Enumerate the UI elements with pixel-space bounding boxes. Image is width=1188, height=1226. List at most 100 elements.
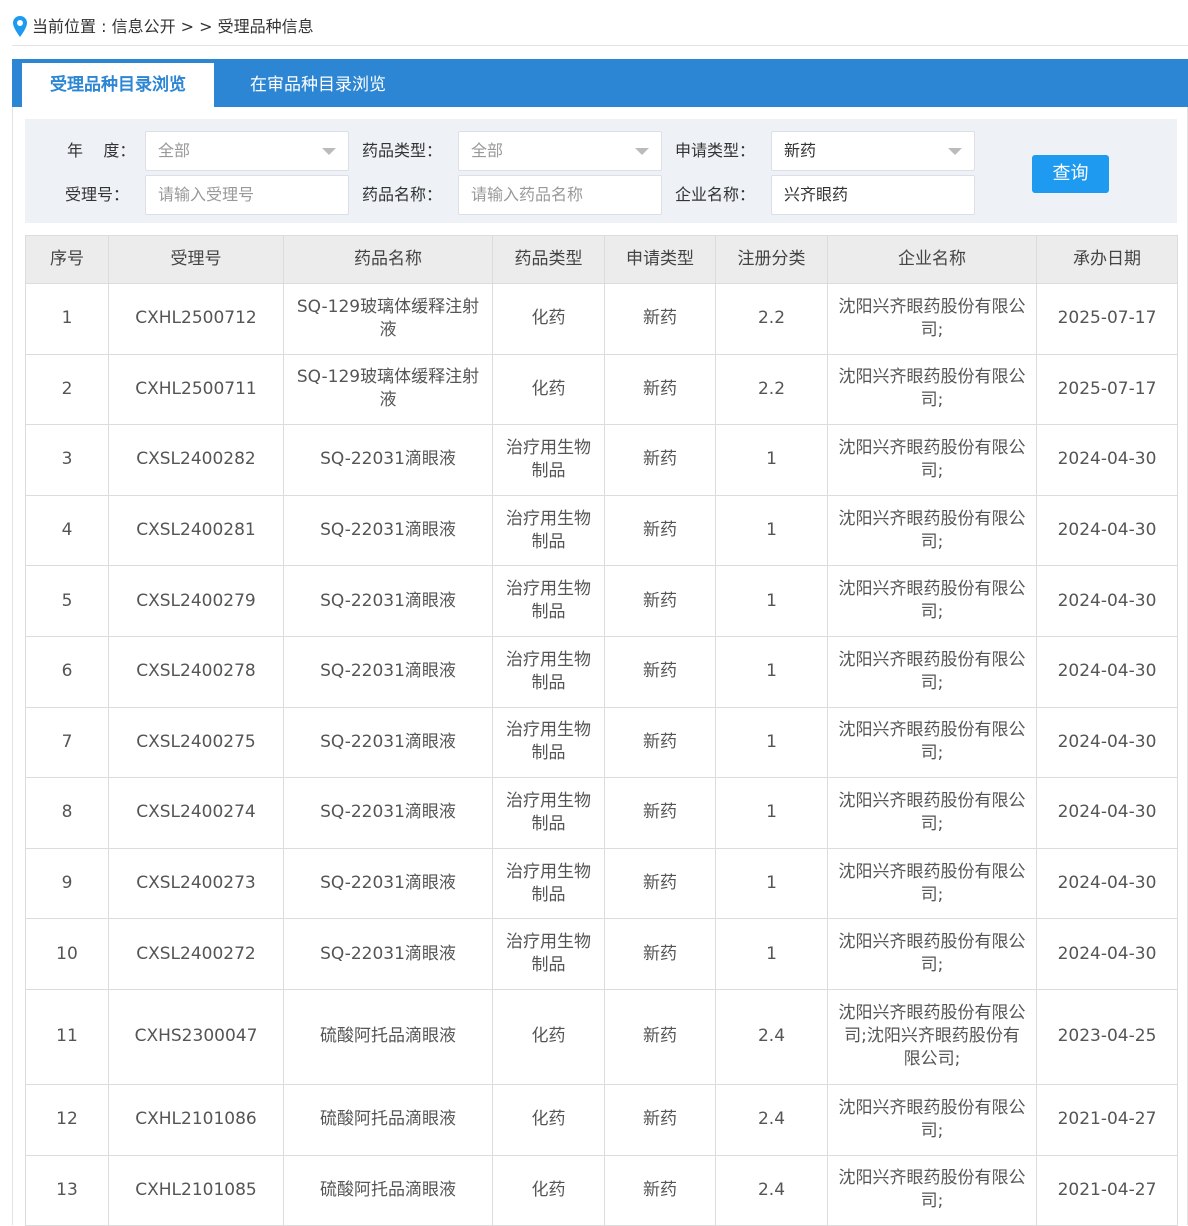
location-pin-icon: [13, 16, 27, 37]
table-row[interactable]: 9 CXSL2400273 SQ-22031滴眼液 治疗用生物制品 新药 1 沈阳兴齐眼药股…: [25, 847, 1178, 920]
column-header-accept-no: 受理号: [108, 235, 284, 284]
cell-index: 5: [25, 565, 109, 637]
breadcrumb: 当前位置 : 信息公开 > > 受理品种信息: [12, 14, 1188, 46]
cell-reg-class: 1: [715, 565, 828, 637]
drug-type-select-value: 全部: [471, 141, 504, 160]
cell-company: 沈阳兴齐眼药股份有限公司;: [827, 494, 1037, 567]
company-field: [771, 175, 975, 215]
cell-company: 沈阳兴齐眼药股份有限公司;: [827, 565, 1037, 637]
cell-reg-class: 1: [715, 635, 828, 708]
table-header-row: 序号 受理号 药品名称 药品类型 申请类型 注册分类 企业名称 承办日期: [25, 235, 1178, 284]
apply-type-select-value: 新药: [784, 141, 817, 160]
cell-company: 沈阳兴齐眼药股份有限公司;: [827, 1083, 1037, 1156]
cell-index: 8: [25, 777, 109, 849]
table-row[interactable]: 13 CXHL2101085 硫酸阿托品滴眼液 化药 新药 2.4 沈阳兴齐眼药股份有限公司…: [25, 1154, 1178, 1226]
table-row[interactable]: 7 CXSL2400275 SQ-22031滴眼液 治疗用生物制品 新药 1 沈阳兴齐眼药股…: [25, 706, 1178, 779]
cell-accept-no: CXSL2400281: [108, 494, 284, 567]
cell-accept-no: CXSL2400279: [108, 565, 284, 637]
year-select-value: 全部: [158, 141, 191, 160]
tab-under-review-catalog[interactable]: 在审品种目录浏览: [214, 63, 386, 107]
accept-no-input[interactable]: [158, 185, 338, 204]
breadcrumb-current: 受理品种信息: [217, 17, 314, 36]
cell-reg-class: 2.4: [715, 1083, 828, 1156]
cell-date: 2024-04-30: [1036, 424, 1178, 496]
drug-type-label: 药品类型：: [362, 141, 443, 160]
cell-index: 10: [25, 918, 109, 990]
cell-drug-type: 化药: [492, 353, 605, 426]
cell-company: 沈阳兴齐眼药股份有限公司;沈阳兴齐眼药股份有限公司;: [827, 988, 1037, 1085]
table-row[interactable]: 5 CXSL2400279 SQ-22031滴眼液 治疗用生物制品 新药 1 沈阳兴齐眼药股…: [25, 565, 1178, 637]
cell-drug-name: SQ-22031滴眼液: [283, 918, 493, 990]
cell-index: 6: [25, 635, 109, 708]
chevron-down-icon: [322, 148, 336, 155]
query-button[interactable]: 查询: [1032, 155, 1109, 193]
cell-reg-class: 1: [715, 918, 828, 990]
cell-apply-type: 新药: [604, 706, 716, 779]
cell-drug-name: 硫酸阿托品滴眼液: [283, 988, 493, 1085]
cell-apply-type: 新药: [604, 283, 716, 355]
chevron-down-icon: [635, 148, 649, 155]
cell-accept-no: CXSL2400273: [108, 847, 284, 920]
table-row[interactable]: 3 CXSL2400282 SQ-22031滴眼液 治疗用生物制品 新药 1 沈阳兴齐眼药股…: [25, 424, 1178, 496]
cell-drug-type: 治疗用生物制品: [492, 635, 605, 708]
cell-apply-type: 新药: [604, 847, 716, 920]
cell-drug-name: SQ-22031滴眼液: [283, 635, 493, 708]
cell-drug-name: SQ-22031滴眼液: [283, 424, 493, 496]
cell-index: 9: [25, 847, 109, 920]
cell-drug-name: SQ-22031滴眼液: [283, 847, 493, 920]
table-row[interactable]: 6 CXSL2400278 SQ-22031滴眼液 治疗用生物制品 新药 1 沈阳兴齐眼药股…: [25, 635, 1178, 708]
table-row[interactable]: 8 CXSL2400274 SQ-22031滴眼液 治疗用生物制品 新药 1 沈阳兴齐眼药股…: [25, 777, 1178, 849]
company-input[interactable]: [784, 183, 964, 203]
table-row[interactable]: 2 CXHL2500711 SQ-129玻璃体缓释注射液 化药 新药 2.2 沈阳兴齐眼药股…: [25, 353, 1178, 426]
year-select[interactable]: 全部: [145, 131, 349, 171]
drug-name-label: 药品名称：: [362, 185, 443, 204]
cell-date: 2024-04-30: [1036, 847, 1178, 920]
cell-accept-no: CXHL2101086: [108, 1083, 284, 1156]
apply-type-select[interactable]: 新药: [771, 131, 975, 171]
column-header-reg-class: 注册分类: [715, 235, 828, 284]
cell-index: 11: [25, 988, 109, 1085]
table-row[interactable]: 12 CXHL2101086 硫酸阿托品滴眼液 化药 新药 2.4 沈阳兴齐眼药股份有限公司…: [25, 1083, 1178, 1156]
drug-name-input[interactable]: [471, 185, 651, 204]
cell-accept-no: CXSL2400274: [108, 777, 284, 849]
cell-date: 2024-04-30: [1036, 918, 1178, 990]
table-row[interactable]: 4 CXSL2400281 SQ-22031滴眼液 治疗用生物制品 新药 1 沈阳兴齐眼药股…: [25, 494, 1178, 567]
cell-index: 3: [25, 424, 109, 496]
cell-company: 沈阳兴齐眼药股份有限公司;: [827, 706, 1037, 779]
drug-type-select[interactable]: 全部: [458, 131, 662, 171]
cell-company: 沈阳兴齐眼药股份有限公司;: [827, 424, 1037, 496]
cell-drug-name: SQ-129玻璃体缓释注射液: [283, 353, 493, 426]
tab-accepted-catalog[interactable]: 受理品种目录浏览: [22, 63, 214, 107]
cell-index: 4: [25, 494, 109, 567]
cell-date: 2024-04-30: [1036, 565, 1178, 637]
cell-company: 沈阳兴齐眼药股份有限公司;: [827, 847, 1037, 920]
cell-company: 沈阳兴齐眼药股份有限公司;: [827, 283, 1037, 355]
column-header-company: 企业名称: [827, 235, 1037, 284]
cell-drug-type: 化药: [492, 1083, 605, 1156]
cell-reg-class: 1: [715, 777, 828, 849]
table-row[interactable]: 11 CXHS2300047 硫酸阿托品滴眼液 化药 新药 2.4 沈阳兴齐眼药股份有限公司…: [25, 988, 1178, 1085]
cell-apply-type: 新药: [604, 777, 716, 849]
results-table: 序号 受理号 药品名称 药品类型 申请类型 注册分类 企业名称 承办日期 1 CX…: [25, 235, 1178, 1226]
cell-company: 沈阳兴齐眼药股份有限公司;: [827, 918, 1037, 990]
cell-accept-no: CXSL2400275: [108, 706, 284, 779]
cell-date: 2024-04-30: [1036, 494, 1178, 567]
cell-drug-type: 治疗用生物制品: [492, 847, 605, 920]
cell-reg-class: 2.4: [715, 1154, 828, 1226]
cell-apply-type: 新药: [604, 424, 716, 496]
cell-apply-type: 新药: [604, 918, 716, 990]
cell-accept-no: CXHL2500711: [108, 353, 284, 426]
cell-reg-class: 1: [715, 424, 828, 496]
cell-accept-no: CXHL2101085: [108, 1154, 284, 1226]
table-row[interactable]: 1 CXHL2500712 SQ-129玻璃体缓释注射液 化药 新药 2.2 沈阳兴齐眼药股…: [25, 283, 1178, 355]
cell-drug-name: SQ-22031滴眼液: [283, 777, 493, 849]
breadcrumb-section-link[interactable]: 信息公开: [112, 14, 176, 40]
cell-date: 2023-04-25: [1036, 988, 1178, 1085]
cell-apply-type: 新药: [604, 565, 716, 637]
cell-accept-no: CXHL2500712: [108, 283, 284, 355]
cell-reg-class: 2.4: [715, 988, 828, 1085]
cell-company: 沈阳兴齐眼药股份有限公司;: [827, 777, 1037, 849]
year-label: 年 度：: [67, 141, 136, 160]
table-row[interactable]: 10 CXSL2400272 SQ-22031滴眼液 治疗用生物制品 新药 1 沈阳兴齐眼药…: [25, 918, 1178, 990]
cell-index: 7: [25, 706, 109, 779]
